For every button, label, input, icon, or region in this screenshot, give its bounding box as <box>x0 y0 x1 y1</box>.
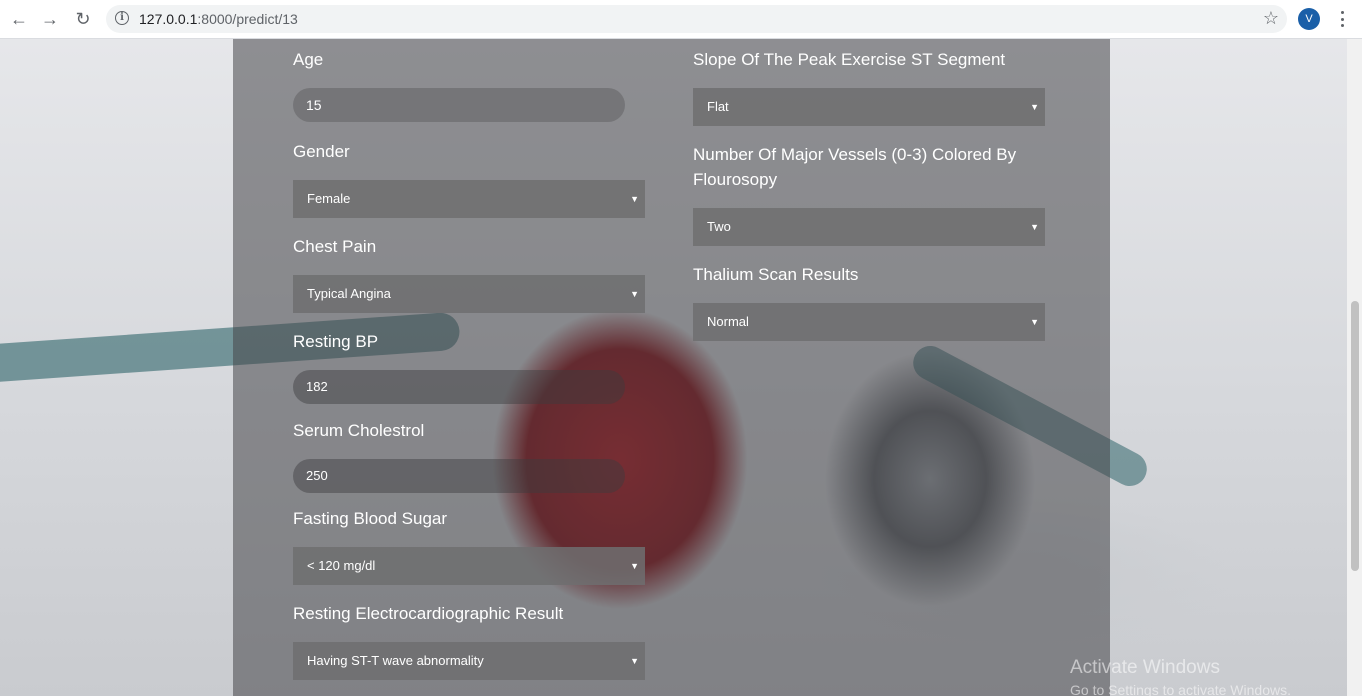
bookmark-star-icon[interactable]: ☆ <box>1263 8 1279 29</box>
dropdown-caret-icon: ▼ <box>630 656 639 666</box>
url-text[interactable]: 127.0.0.1:8000/predict/13 <box>139 11 298 27</box>
age-input[interactable]: 15 <box>293 88 625 122</box>
gender-select[interactable]: Female ▼ <box>293 180 645 218</box>
vessels-label: Number Of Major Vessels (0-3) Colored By… <box>693 145 1017 189</box>
slope-select[interactable]: Flat ▼ <box>693 88 1045 126</box>
thalium-value: Normal <box>707 314 749 329</box>
resting-ecg-label: Resting Electrocardiographic Result <box>293 604 564 623</box>
vessels-select[interactable]: Two ▼ <box>693 208 1045 246</box>
age-label: Age <box>293 50 324 69</box>
chest-pain-select[interactable]: Typical Angina ▼ <box>293 275 645 313</box>
reload-icon[interactable]: ↻ <box>71 7 95 31</box>
resting-bp-input[interactable]: 182 <box>293 370 625 404</box>
vessels-value: Two <box>707 219 731 234</box>
page-scrollbar[interactable] <box>1347 39 1362 696</box>
dropdown-caret-icon: ▼ <box>630 289 639 299</box>
scrollbar-thumb[interactable] <box>1351 301 1359 571</box>
browser-toolbar: ← → ↻ i 127.0.0.1:8000/predict/13 ☆ V <box>0 0 1362 39</box>
activate-windows-watermark: Activate Windows Go to Settings to activ… <box>1070 657 1291 696</box>
resting-ecg-select[interactable]: Having ST-T wave abnormality ▼ <box>293 642 645 680</box>
slope-label: Slope Of The Peak Exercise ST Segment <box>693 50 1006 69</box>
resting-bp-label: Resting BP <box>293 332 379 351</box>
gender-label: Gender <box>293 142 350 161</box>
chest-pain-value: Typical Angina <box>307 286 391 301</box>
slope-value: Flat <box>707 99 729 114</box>
thalium-label: Thalium Scan Results <box>693 265 859 284</box>
watermark-subtitle: Go to Settings to activate Windows. <box>1070 682 1291 696</box>
thalium-select[interactable]: Normal ▼ <box>693 303 1045 341</box>
watermark-title: Activate Windows <box>1070 657 1220 678</box>
resting-ecg-value: Having ST-T wave abnormality <box>307 653 484 668</box>
dropdown-caret-icon: ▼ <box>630 561 639 571</box>
serum-cholestrol-input[interactable]: 250 <box>293 459 625 493</box>
dropdown-caret-icon: ▼ <box>630 194 639 204</box>
gender-value: Female <box>307 191 351 206</box>
kebab-menu-icon[interactable] <box>1332 9 1352 29</box>
serum-cholestrol-label: Serum Cholestrol <box>293 421 425 440</box>
dropdown-caret-icon: ▼ <box>1030 222 1039 232</box>
info-icon[interactable]: i <box>115 11 129 25</box>
page-background: Age 15 Gender Female ▼ Chest Pain Typica… <box>0 39 1347 696</box>
prediction-form-panel: Age 15 Gender Female ▼ Chest Pain Typica… <box>233 39 1110 696</box>
fasting-blood-sugar-label: Fasting Blood Sugar <box>293 509 448 528</box>
fasting-blood-sugar-value: < 120 mg/dl <box>307 558 376 573</box>
fasting-blood-sugar-select[interactable]: < 120 mg/dl ▼ <box>293 547 645 585</box>
profile-avatar[interactable]: V <box>1298 8 1320 30</box>
dropdown-caret-icon: ▼ <box>1030 102 1039 112</box>
chest-pain-label: Chest Pain <box>293 237 377 256</box>
back-arrow-icon[interactable]: ← <box>7 7 31 31</box>
address-bar[interactable]: i 127.0.0.1:8000/predict/13 ☆ <box>106 5 1287 33</box>
forward-arrow-icon[interactable]: → <box>38 7 62 31</box>
dropdown-caret-icon: ▼ <box>1030 317 1039 327</box>
